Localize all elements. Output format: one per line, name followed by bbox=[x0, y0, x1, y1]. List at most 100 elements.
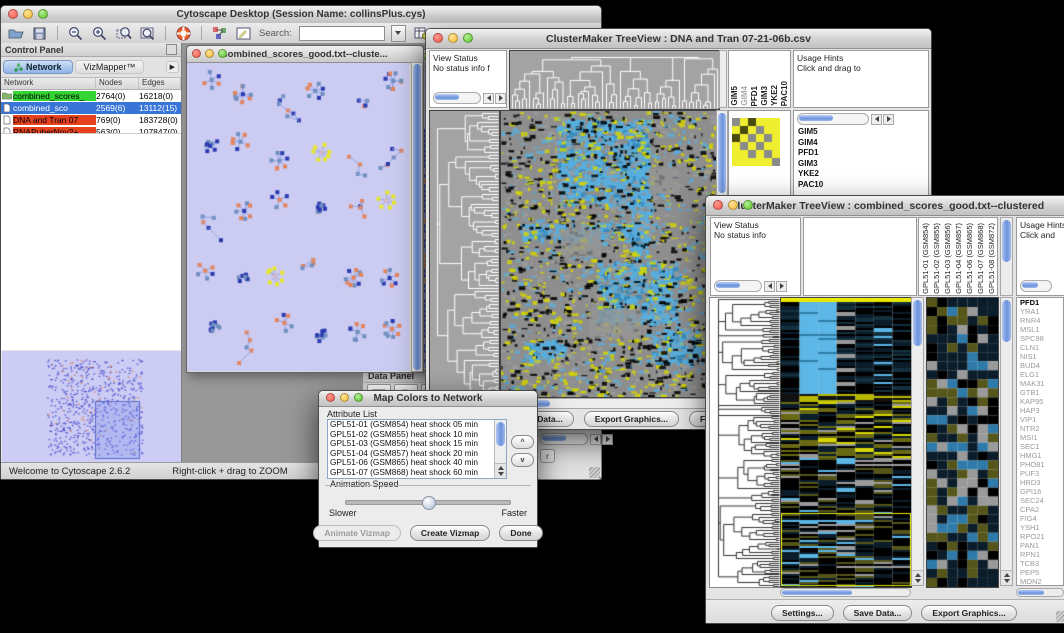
tab-network[interactable]: Network bbox=[3, 60, 73, 74]
zoom-vertical-scrollbar[interactable] bbox=[1000, 297, 1013, 586]
scroll-thumb[interactable] bbox=[1002, 220, 1011, 262]
row-dendrogram[interactable] bbox=[429, 110, 500, 398]
gene-label[interactable]: CPA2 bbox=[1020, 505, 1063, 514]
gene-label[interactable]: HMG1 bbox=[1020, 451, 1063, 460]
close-icon[interactable] bbox=[8, 9, 18, 19]
truncated-button[interactable]: r bbox=[540, 449, 555, 463]
treeview-button[interactable]: Export Graphics... bbox=[584, 411, 679, 427]
gene-label[interactable]: ELG1 bbox=[1020, 370, 1063, 379]
minimize-icon[interactable] bbox=[205, 49, 214, 58]
gene-label[interactable]: KAP95 bbox=[1020, 397, 1063, 406]
open-folder-icon[interactable] bbox=[7, 26, 24, 41]
resize-grip[interactable] bbox=[589, 467, 600, 478]
gene-label[interactable]: TCB3 bbox=[1020, 559, 1063, 568]
speed-slider[interactable] bbox=[345, 500, 511, 505]
network-table-row[interactable]: combined_scores_2764(0)16218(0) bbox=[1, 90, 181, 102]
network-table-row[interactable]: combined_sco2569(6)13112(15) bbox=[1, 102, 181, 114]
gene-label[interactable]: PUF3 bbox=[1020, 469, 1063, 478]
network-vertical-scrollbar[interactable] bbox=[411, 62, 423, 372]
attribute-list[interactable]: GPL51-01 (GSM854) heat shock 05 minGPL51… bbox=[327, 419, 507, 479]
close-icon[interactable] bbox=[433, 33, 443, 43]
mini-scrollbar[interactable] bbox=[540, 433, 613, 445]
scroll-thumb[interactable] bbox=[1018, 590, 1044, 595]
done-button[interactable]: Done bbox=[499, 525, 542, 541]
bottom-scrollbar[interactable] bbox=[780, 588, 911, 597]
zoom-window-icon[interactable] bbox=[218, 49, 227, 58]
treeview2-title-bar[interactable]: ClusterMaker TreeView : combined_scores_… bbox=[706, 196, 1064, 216]
gene-label[interactable]: YRA1 bbox=[1020, 307, 1063, 316]
gene-label[interactable]: PFD1 bbox=[1020, 298, 1063, 307]
zoom-in-icon[interactable] bbox=[91, 26, 108, 41]
gene-label[interactable]: BUD4 bbox=[1020, 361, 1063, 370]
treeview-button[interactable]: Save Data... bbox=[843, 605, 913, 621]
gene-list-scrollbar[interactable] bbox=[1016, 588, 1064, 597]
attribute-item[interactable]: GPL51-07 (GSM868) heat shock 60 min bbox=[328, 468, 506, 478]
gene-label[interactable]: RPO21 bbox=[1020, 532, 1063, 541]
zoom-out-icon[interactable] bbox=[67, 26, 84, 41]
tab-overflow-button[interactable]: ▶ bbox=[166, 61, 179, 73]
heatmap-vertical-scrollbar[interactable] bbox=[911, 297, 924, 586]
zoom-fit-icon[interactable] bbox=[139, 26, 156, 41]
move-down-button[interactable]: v bbox=[511, 453, 534, 467]
scroll-thumb[interactable] bbox=[913, 300, 922, 346]
annotation-icon[interactable] bbox=[235, 26, 252, 41]
gene-label[interactable]: GTB1 bbox=[1020, 388, 1063, 397]
minimize-icon[interactable] bbox=[340, 393, 349, 402]
minimize-icon[interactable] bbox=[23, 9, 33, 19]
list-scrollbar[interactable] bbox=[494, 420, 506, 478]
close-icon[interactable] bbox=[713, 200, 723, 210]
dialog-title-bar[interactable]: Map Colors to Network bbox=[319, 391, 537, 407]
resize-grip[interactable] bbox=[1056, 611, 1064, 622]
animate-vizmap-button[interactable]: Animate Vizmap bbox=[313, 525, 401, 541]
gene-label[interactable]: YSH1 bbox=[1020, 523, 1063, 532]
zoom-window-icon[interactable] bbox=[743, 200, 753, 210]
gene-label[interactable]: PAN1 bbox=[1020, 541, 1063, 550]
gene-label[interactable]: NTR2 bbox=[1020, 424, 1063, 433]
gene-label[interactable]: GPI16 bbox=[1020, 487, 1063, 496]
mini-scrollbar[interactable] bbox=[1020, 280, 1052, 292]
column-tree-scrollbar[interactable] bbox=[719, 50, 727, 108]
main-heatmap[interactable] bbox=[780, 297, 912, 588]
main-heatmap[interactable] bbox=[500, 110, 717, 398]
gene-label[interactable]: RNR4 bbox=[1020, 316, 1063, 325]
treeview-button[interactable]: Settings... bbox=[771, 605, 834, 621]
scroll-thumb[interactable] bbox=[496, 422, 505, 446]
zoom-matrix-heatmap[interactable] bbox=[732, 118, 780, 166]
help-lifering-icon[interactable] bbox=[175, 26, 192, 41]
zoom-heatmap[interactable] bbox=[926, 297, 999, 588]
gene-label[interactable]: RPN1 bbox=[1020, 550, 1063, 559]
column-dendrogram[interactable] bbox=[509, 50, 720, 110]
mini-scrollbar[interactable] bbox=[797, 113, 894, 125]
gene-label[interactable]: SPC98 bbox=[1020, 334, 1063, 343]
scroll-thumb[interactable] bbox=[782, 590, 852, 595]
top-scrollbar[interactable] bbox=[1000, 217, 1013, 296]
close-icon[interactable] bbox=[326, 393, 335, 402]
gene-label[interactable]: HRD3 bbox=[1020, 478, 1063, 487]
gene-label[interactable]: MSI1 bbox=[1020, 433, 1063, 442]
minimize-icon[interactable] bbox=[728, 200, 738, 210]
scroll-thumb[interactable] bbox=[1002, 300, 1011, 342]
save-icon[interactable] bbox=[31, 26, 48, 41]
network-view-frame[interactable]: combined_scores_good.txt--cluste... bbox=[186, 45, 424, 373]
slider-thumb[interactable] bbox=[422, 496, 436, 510]
zoom-window-icon[interactable] bbox=[463, 33, 473, 43]
zoom-selected-icon[interactable] bbox=[115, 26, 132, 41]
create-vizmap-button[interactable]: Create Vizmap bbox=[410, 525, 490, 541]
treeview1-title-bar[interactable]: ClusterMaker TreeView : DNA and Tran 07-… bbox=[426, 29, 931, 49]
gene-label[interactable]: CLN1 bbox=[1020, 343, 1063, 352]
gene-label[interactable]: MON2 bbox=[1020, 577, 1063, 586]
mini-scrollbar[interactable] bbox=[433, 92, 506, 104]
minimize-icon[interactable] bbox=[448, 33, 458, 43]
network-graph-view[interactable] bbox=[187, 63, 409, 371]
network-frame-title-bar[interactable]: combined_scores_good.txt--cluste... bbox=[187, 46, 423, 63]
scroll-thumb[interactable] bbox=[718, 113, 726, 193]
move-up-button[interactable]: ^ bbox=[511, 435, 534, 449]
scroll-thumb[interactable] bbox=[413, 64, 421, 370]
treeview-button[interactable]: Export Graphics... bbox=[921, 605, 1016, 621]
zoom-window-icon[interactable] bbox=[354, 393, 363, 402]
main-title-bar[interactable]: Cytoscape Desktop (Session Name: collins… bbox=[1, 6, 601, 24]
search-input[interactable] bbox=[299, 26, 385, 41]
search-dropdown[interactable] bbox=[391, 25, 406, 42]
gene-label[interactable]: HAP3 bbox=[1020, 406, 1063, 415]
gene-label[interactable]: PEP5 bbox=[1020, 568, 1063, 577]
